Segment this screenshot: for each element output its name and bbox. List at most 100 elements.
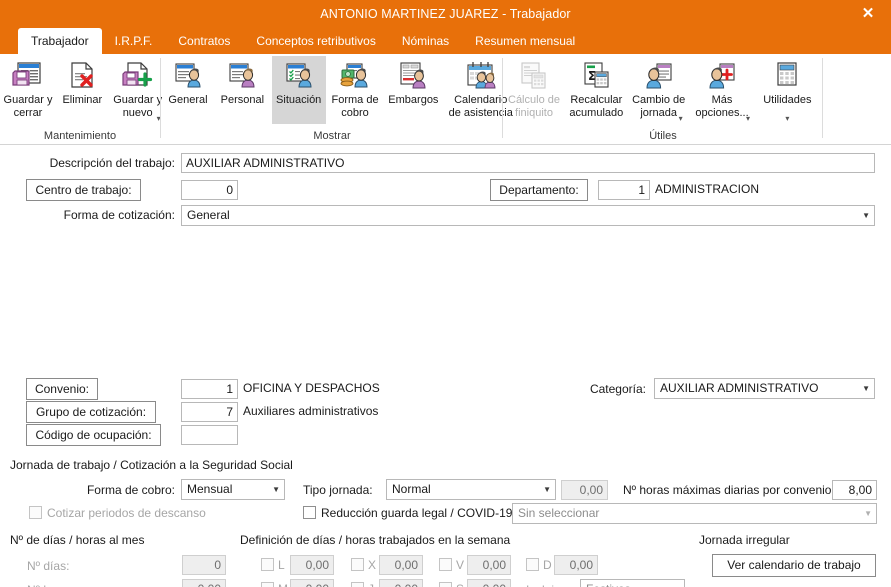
departamento-code-input[interactable]: 1 (598, 180, 650, 200)
tipo-jornada-value: Normal (392, 482, 431, 496)
tab-contratos[interactable]: Contratos (165, 28, 243, 54)
reduccion-guarda-legal-checkbox[interactable] (303, 506, 316, 519)
jornada-trabajo-section-title: Jornada de trabajo / Cotización a la Seg… (10, 458, 293, 472)
general-label: General (168, 94, 208, 106)
incluir-value: Festivos (586, 582, 631, 587)
forma-cobro-select[interactable]: Mensual ▼ (181, 479, 285, 500)
personal-label: Personal (220, 94, 265, 106)
chevron-down-icon[interactable]: ▼ (864, 504, 872, 523)
grupo-cotizacion-code-input[interactable]: 7 (181, 402, 238, 422)
tab-irpf[interactable]: I.R.P.F. (102, 28, 166, 54)
convenio-code-input[interactable]: 1 (181, 379, 238, 399)
person-garnishment-icon (396, 59, 430, 93)
n-horas-label: Nº horas: (27, 582, 77, 587)
codigo-ocupacion-input[interactable] (181, 425, 238, 445)
utilidades-label: Utilidades (763, 94, 812, 106)
chevron-down-icon[interactable]: ▾ (746, 114, 750, 123)
weekday-label-j: J (368, 581, 374, 587)
weekday-checkbox-x[interactable] (351, 558, 364, 571)
weekday-checkbox-j[interactable] (351, 582, 364, 587)
n-dias-input: 0 (182, 555, 226, 575)
window-title: ANTONIO MARTINEZ JUAREZ - Trabajador (320, 7, 571, 21)
forma-cobro-value: Mensual (187, 482, 233, 496)
ribbon-group-utiles: Cálculo de finiquito Σ Recalcular acumul… (504, 54, 822, 145)
ribbon-group-title-utiles: Útiles (649, 130, 677, 142)
weekday-checkbox-v[interactable] (439, 558, 452, 571)
weekday-checkbox-d[interactable] (526, 558, 539, 571)
chevron-down-icon[interactable]: ▾ (756, 114, 818, 123)
weekday-input-v: 0,00 (467, 555, 511, 575)
weekday-checkbox-l[interactable] (261, 558, 274, 571)
recalcular-acumulado-button[interactable]: Σ Recalcular acumulado (566, 56, 626, 124)
convenio-button[interactable]: Convenio: (26, 378, 98, 400)
weekday-label-s: S (456, 581, 464, 587)
tipo-jornada-hours-input: 0,00 (561, 480, 608, 500)
chevron-down-icon[interactable]: ▼ (862, 379, 870, 398)
weekday-label-x: X (368, 558, 377, 572)
save-close-icon (11, 59, 45, 93)
weekday-input-j: 0,00 (379, 579, 423, 587)
tab-strip: Trabajador I.R.P.F. Contratos Conceptos ret… (0, 28, 891, 54)
recalcular-acumulado-label: Recalcular acumulado (569, 94, 624, 119)
mas-opciones-button[interactable]: Más opciones... ▾ (691, 56, 753, 124)
person-situation-icon (282, 59, 316, 93)
reduccion-guarda-legal-select[interactable]: Sin seleccionar ▼ (512, 503, 877, 524)
forma-de-cobro-label: Forma de cobro (331, 94, 379, 119)
embargos-button[interactable]: Embargos (384, 56, 442, 124)
codigo-ocupacion-button[interactable]: Código de ocupación: (26, 424, 161, 446)
tab-nominas[interactable]: Nóminas (389, 28, 462, 54)
tab-conceptos-retributivos[interactable]: Conceptos retributivos (243, 28, 388, 54)
grupo-cotizacion-name-text: Auxiliares administrativos (243, 404, 379, 418)
tipo-jornada-select[interactable]: Normal ▼ (386, 479, 556, 500)
ver-calendario-trabajo-button[interactable]: Ver calendario de trabajo (712, 554, 876, 577)
person-personal-icon (225, 59, 259, 93)
departamento-button[interactable]: Departamento: (490, 179, 588, 201)
mas-opciones-label: Más opciones... (695, 94, 749, 119)
descripcion-trabajo-label: Descripción del trabajo: (49, 156, 175, 170)
cotizar-descanso-checkbox (29, 506, 42, 519)
n-dias-label: Nº días: (27, 559, 70, 573)
grupo-cotizacion-button[interactable]: Grupo de cotización: (26, 401, 156, 423)
weekday-checkbox-m[interactable] (261, 582, 274, 587)
forma-de-cobro-button[interactable]: Forma de cobro (329, 56, 381, 124)
incluir-select[interactable]: Festivos ▼ (580, 579, 685, 587)
guardar-y-nuevo-button[interactable]: Guardar y nuevo ▾ (111, 56, 165, 124)
chevron-down-icon[interactable]: ▼ (672, 580, 680, 587)
calculo-de-finiquito-button: Cálculo de finiquito (505, 56, 563, 124)
ribbon-separator-2 (502, 58, 503, 138)
eliminar-button[interactable]: Eliminar (57, 56, 107, 124)
weekday-checkbox-s[interactable] (439, 582, 452, 587)
reduccion-guarda-legal-label: Reducción guarda legal / COVID-19 (321, 506, 513, 520)
person-more-icon (705, 59, 739, 93)
categoria-select[interactable]: AUXILIAR ADMINISTRATIVO ▼ (654, 378, 875, 399)
horas-maximas-label: Nº horas máximas diarias por convenio: (623, 483, 835, 497)
tipo-jornada-label: Tipo jornada: (303, 483, 373, 497)
chevron-down-icon[interactable]: ▾ (679, 114, 683, 123)
departamento-name-text: ADMINISTRACION (655, 182, 760, 196)
ribbon-group-mantenimiento: Guardar y cerrar Eliminar Guardar y nuev… (0, 54, 162, 145)
weekday-input-m: 0,00 (290, 579, 334, 587)
forma-cotizacion-select[interactable]: General ▼ (181, 205, 875, 226)
eliminar-label: Eliminar (62, 94, 103, 106)
forma-cobro-label: Forma de cobro: (86, 483, 175, 497)
general-button[interactable]: General (163, 56, 213, 124)
centro-de-trabajo-input[interactable]: 0 (181, 180, 238, 200)
delete-document-icon (65, 59, 99, 93)
chevron-down-icon[interactable]: ▼ (862, 206, 870, 225)
tab-resumen-mensual[interactable]: Resumen mensual (462, 28, 588, 54)
horas-maximas-input[interactable]: 8,00 (832, 480, 877, 500)
situacion-button[interactable]: Situación (271, 56, 326, 124)
chevron-down-icon[interactable]: ▼ (272, 480, 280, 499)
window-titlebar: ANTONIO MARTINEZ JUAREZ - Trabajador ✕ (0, 0, 891, 28)
guardar-y-cerrar-label: Guardar y cerrar (3, 94, 53, 119)
guardar-y-cerrar-button[interactable]: Guardar y cerrar (2, 56, 54, 124)
utilidades-button[interactable]: Utilidades ▾ (756, 56, 818, 124)
cambio-de-jornada-button[interactable]: Cambio de jornada ▾ (630, 56, 688, 124)
weekday-label-m: M (278, 581, 288, 587)
personal-button[interactable]: Personal (216, 56, 268, 124)
chevron-down-icon[interactable]: ▼ (543, 480, 551, 499)
descripcion-trabajo-input[interactable]: AUXILIAR ADMINISTRATIVO (181, 153, 875, 173)
close-icon[interactable]: ✕ (845, 0, 891, 28)
centro-de-trabajo-button[interactable]: Centro de trabajo: (26, 179, 141, 201)
tab-trabajador[interactable]: Trabajador (18, 28, 102, 54)
